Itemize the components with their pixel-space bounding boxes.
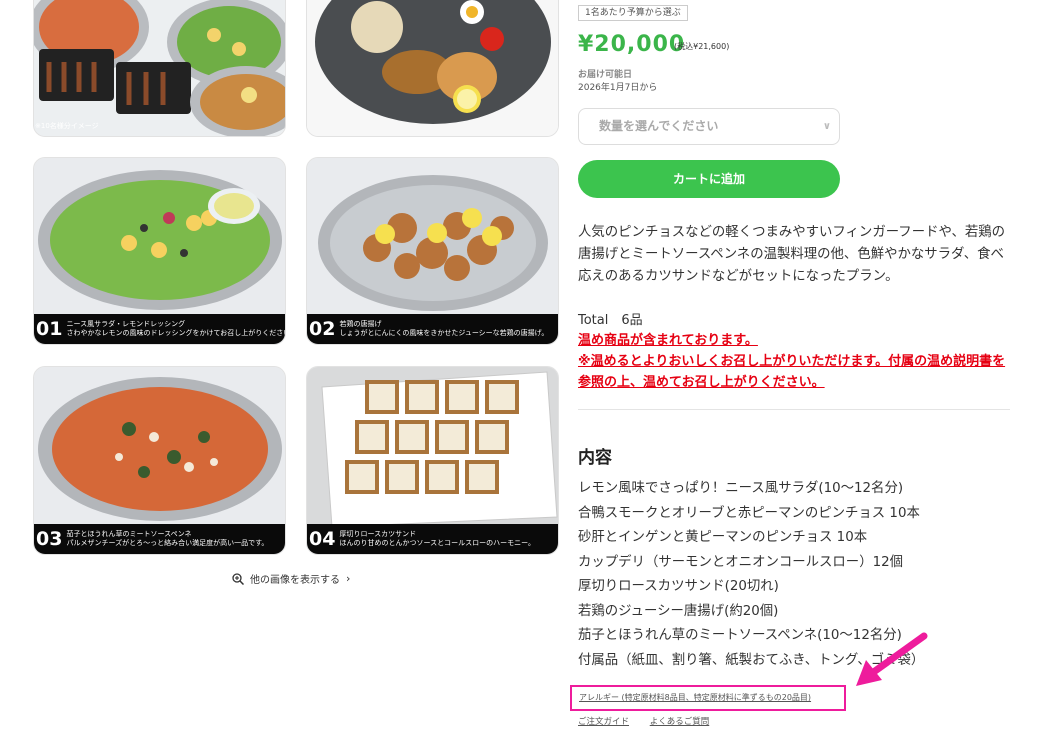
list-item: カップデリ（サーモンとオニオンコールスロー）12個 xyxy=(578,554,904,570)
product-description: 人気のピンチョスなどの軽くつまみやすいフィンガーフードや、若鶏の唐揚げとミートソ… xyxy=(578,225,1006,284)
tile-title: 茄子とほうれん草のミートソースペンネ xyxy=(66,530,192,538)
list-item: 若鶏のジューシー唐揚げ(約20個) xyxy=(578,603,779,619)
food-photo-pinchos xyxy=(307,0,558,136)
list-item: レモン風味でさっぱり！ニース風サラダ(10〜12名分) xyxy=(578,481,904,496)
pink-arrow-annotation xyxy=(856,632,928,686)
list-item: 茄子とほうれん草のミートソースペンネ(10〜12名分) xyxy=(578,628,902,643)
tile-desc: パルメザンチーズがとろ～っと絡み合い満足度が高い一品です。 xyxy=(66,539,269,547)
list-item: 合鴨スモークとオリーブと赤ピーマンのピンチョス 10本 xyxy=(578,505,920,521)
food-photo-karaage xyxy=(307,158,558,318)
delivery-label: お届け可能日 xyxy=(578,70,633,80)
list-item: 厚切りロースカツサンド(20切れ) xyxy=(578,579,779,594)
list-item: 付属品（紙皿、割り箸、紙製おてふき、トング、ゴミ袋） xyxy=(578,652,925,668)
tile-number: 02 xyxy=(309,317,336,340)
gallery-image-pinchos-plate[interactable] xyxy=(306,0,559,137)
tile-number: 01 xyxy=(36,317,63,340)
budget-tag[interactable]: 1名あたり予算から選ぶ xyxy=(578,5,688,21)
tile-caption: 04 厚切りロースカツサンド ほんのり甘めのとんかつソースとコールスローのハーモニ… xyxy=(307,524,558,554)
contents-heading: 内容 xyxy=(578,448,612,468)
add-to-cart-button[interactable]: カートに追加 xyxy=(578,160,840,198)
tile-caption: 01 ニース風サラダ・レモンドレッシング さわやかなレモンの風味のドレッシングをか… xyxy=(34,314,285,344)
total-count: Total 6品 xyxy=(578,313,643,328)
heating-warning: 温め商品が含まれております。 ※温めるとよりおいしくお召し上がりいただけます。付… xyxy=(578,330,1010,393)
food-photo-party-set xyxy=(34,0,285,136)
tile-desc: しょうがとにんにくの風味をきかせたジューシーな若鶏の唐揚げ。 xyxy=(339,329,549,337)
tile-number: 03 xyxy=(36,527,63,550)
tile-caption: 02 若鶏の唐揚げ しょうがとにんにくの風味をきかせたジューシーな若鶏の唐揚げ。 xyxy=(307,314,558,344)
tile-number: 04 xyxy=(309,527,336,550)
gallery-image-01[interactable]: 01 ニース風サラダ・レモンドレッシング さわやかなレモンの風味のドレッシングをか… xyxy=(33,157,286,345)
warning-line-2: ※温めるとよりおいしくお召し上がりいただけます。付属の温め説明書を参照の上、温め… xyxy=(578,354,1006,390)
allergy-link[interactable]: アレルギー (特定原材料8品目、特定原材料に準ずるもの20品目) xyxy=(579,692,811,703)
tile-title: ニース風サラダ・レモンドレッシング xyxy=(66,320,186,328)
footer-links: ご注文ガイド よくあるご質問 xyxy=(578,715,727,727)
tax-note: (税込¥21,600) xyxy=(674,42,730,51)
image-note: ※10名様分イメージ xyxy=(35,122,99,130)
gallery-image-03[interactable]: 03 茄子とほうれん草のミートソースペンネ パルメザンチーズがとろ～っと絡み合い満… xyxy=(33,366,286,555)
warning-line-1: 温め商品が含まれております。 xyxy=(578,333,758,348)
allergy-highlight-box: アレルギー (特定原材料8品目、特定原材料に準ずるもの20品目) xyxy=(570,685,846,711)
tile-caption: 03 茄子とほうれん草のミートソースペンネ パルメザンチーズがとろ～っと絡み合い満… xyxy=(34,524,285,554)
list-item: 砂肝とインゲンと黄ピーマンのピンチョス 10本 xyxy=(578,530,868,545)
price: ¥20,000 xyxy=(578,32,686,57)
gallery-image-party-set[interactable]: ※10名様分イメージ xyxy=(33,0,286,137)
tile-desc: さわやかなレモンの風味のドレッシングをかけてお召し上がりください。 xyxy=(66,329,285,337)
divider xyxy=(578,409,1010,410)
food-photo-nicoise-salad xyxy=(34,158,285,318)
contents-list: レモン風味でさっぱり！ニース風サラダ(10〜12名分) 合鴨スモークとオリーブと… xyxy=(578,477,1010,673)
tile-title: 若鶏の唐揚げ xyxy=(339,320,382,328)
quantity-select[interactable]: 数量を選んでください ∨ xyxy=(578,108,840,145)
chevron-right-icon: › xyxy=(346,572,351,585)
food-photo-katsu-sandwich xyxy=(307,367,558,527)
delivery-date: 2026年1月7日から xyxy=(578,83,658,93)
quantity-placeholder: 数量を選んでください xyxy=(599,119,719,133)
show-more-images-link[interactable]: 他の画像を表示する › xyxy=(232,571,350,586)
chevron-down-icon: ∨ xyxy=(822,121,831,132)
food-photo-penne xyxy=(34,367,285,527)
zoom-in-icon xyxy=(232,572,244,585)
tile-desc: ほんのり甘めのとんかつソースとコールスローのハーモニー。 xyxy=(339,539,536,547)
faq-link[interactable]: よくあるご質問 xyxy=(650,717,710,727)
gallery-image-04[interactable]: 04 厚切りロースカツサンド ほんのり甘めのとんかつソースとコールスローのハーモニ… xyxy=(306,366,559,555)
order-guide-link[interactable]: ご注文ガイド xyxy=(578,717,629,727)
gallery-image-02[interactable]: 02 若鶏の唐揚げ しょうがとにんにくの風味をきかせたジューシーな若鶏の唐揚げ。 xyxy=(306,157,559,345)
tile-title: 厚切りロースカツサンド xyxy=(339,530,417,538)
show-more-label: 他の画像を表示する xyxy=(250,575,340,586)
